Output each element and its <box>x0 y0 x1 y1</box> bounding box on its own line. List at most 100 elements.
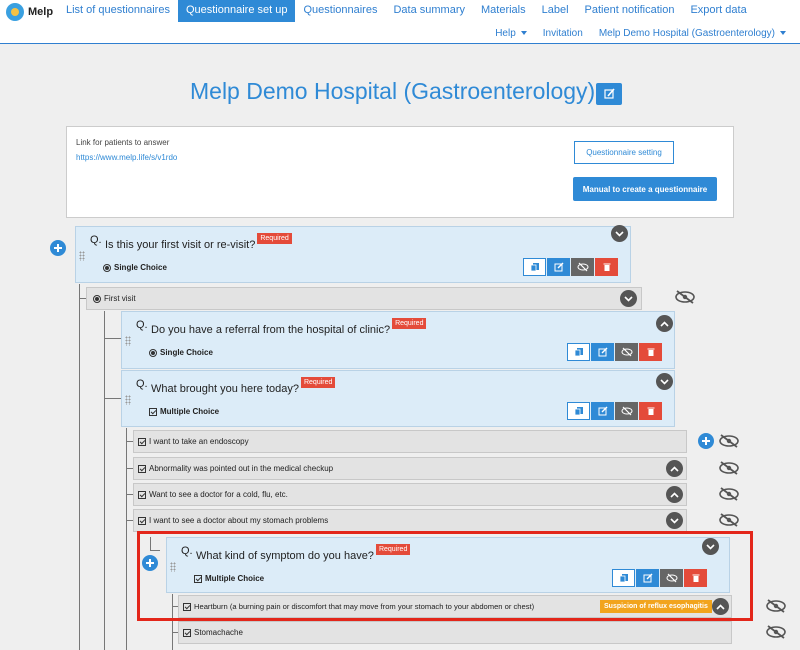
melp-logo-icon <box>6 3 24 21</box>
edit-icon <box>598 347 607 357</box>
nav-questionnaire-set-up[interactable]: Questionnaire set up <box>177 0 296 22</box>
app-logo[interactable]: Melp <box>6 3 53 21</box>
collapse-toggle[interactable] <box>666 486 683 503</box>
collapse-toggle[interactable] <box>611 225 628 242</box>
eye-off-icon[interactable] <box>674 290 696 304</box>
radio-icon <box>103 263 111 272</box>
option-stomach-problems[interactable]: I want to see a doctor about my stomach … <box>133 509 687 532</box>
nav-export-data[interactable]: Export data <box>682 0 754 22</box>
trash-icon <box>603 263 610 271</box>
delete-button[interactable] <box>639 402 662 420</box>
eye-off-icon[interactable] <box>718 513 740 527</box>
copy-icon <box>574 407 583 416</box>
required-badge: Required <box>300 377 336 388</box>
option-abnormality[interactable]: Abnormality was pointed out in the medic… <box>133 457 687 480</box>
highlight-annotation <box>137 531 753 621</box>
eye-off-icon[interactable] <box>765 625 787 639</box>
copy-button[interactable] <box>567 343 590 361</box>
eye-off-icon[interactable] <box>718 487 740 501</box>
collapse-toggle[interactable] <box>620 290 637 307</box>
option-cold-flu[interactable]: Want to see a doctor for a cold, flu, et… <box>133 483 687 506</box>
tree-line <box>104 338 121 339</box>
tree-line <box>126 428 127 650</box>
manual-button[interactable]: Manual to create a questionnaire <box>573 177 717 201</box>
drag-handle-icon[interactable] <box>125 395 131 405</box>
chevron-up-icon <box>660 320 669 327</box>
hide-button[interactable] <box>615 343 638 361</box>
plus-icon <box>54 244 62 252</box>
nav-data-summary[interactable]: Data summary <box>385 0 473 22</box>
question-mark: Q. <box>90 234 102 246</box>
option-stomachache[interactable]: Stomachache <box>178 621 732 644</box>
nav-label[interactable]: Label <box>534 0 577 22</box>
primary-nav: List of questionnaires Questionnaire set… <box>58 0 755 22</box>
radio-icon <box>149 348 157 357</box>
hide-button[interactable] <box>615 402 638 420</box>
question-card-q1[interactable]: Q. Is this your first visit or re-visit?… <box>75 226 631 283</box>
question-text-label: Is this your first visit or re-visit? <box>105 239 256 251</box>
app-name: Melp <box>28 6 54 18</box>
option-text: Abnormality was pointed out in the medic… <box>138 464 333 473</box>
collapse-toggle[interactable] <box>656 373 673 390</box>
drag-handle-icon[interactable] <box>79 251 85 261</box>
option-endoscopy[interactable]: I want to take an endoscopy <box>133 430 687 453</box>
checkbox-icon <box>138 437 146 446</box>
nav-list-of-questionnaires[interactable]: List of questionnaires <box>58 0 178 22</box>
edit-button[interactable] <box>591 402 614 420</box>
checkbox-icon <box>149 407 157 416</box>
add-question-button[interactable] <box>698 433 714 449</box>
nav-help-label: Help <box>495 28 516 39</box>
nav-hospital-label: Melp Demo Hospital (Gastroenterology) <box>598 28 775 39</box>
delete-button[interactable] <box>639 343 662 361</box>
question-text: Do you have a referral from the hospital… <box>151 318 427 336</box>
copy-button[interactable] <box>523 258 546 276</box>
add-question-button[interactable] <box>50 240 66 256</box>
edit-icon <box>604 88 615 99</box>
eye-off-icon[interactable] <box>718 434 740 448</box>
edit-button[interactable] <box>591 343 614 361</box>
question-type: Single Choice <box>149 348 213 357</box>
edit-button[interactable] <box>547 258 570 276</box>
nav-patient-notification[interactable]: Patient notification <box>577 0 683 22</box>
question-text-label: What brought you here today? <box>151 383 299 395</box>
question-type: Single Choice <box>103 263 167 272</box>
nav-questionnaires[interactable]: Questionnaires <box>295 0 385 22</box>
edit-icon <box>598 406 607 416</box>
tree-line <box>104 398 121 399</box>
option-label: Abnormality was pointed out in the medic… <box>149 464 334 473</box>
patient-link-url[interactable]: https://www.melp.life/s/v1rdo <box>76 153 177 162</box>
nav-help-dropdown[interactable]: Help <box>489 26 533 41</box>
nav-invitation[interactable]: Invitation <box>537 26 589 41</box>
question-type-label: Single Choice <box>114 263 167 272</box>
eye-off-icon <box>577 262 588 272</box>
nav-materials[interactable]: Materials <box>473 0 534 22</box>
caret-down-icon <box>780 31 786 36</box>
question-card-q2[interactable]: Q. Do you have a referral from the hospi… <box>121 311 675 369</box>
collapse-toggle[interactable] <box>666 460 683 477</box>
nav-hospital-dropdown[interactable]: Melp Demo Hospital (Gastroenterology) <box>593 26 792 41</box>
checkbox-icon <box>138 464 146 473</box>
collapse-toggle[interactable] <box>656 315 673 332</box>
eye-off-icon[interactable] <box>765 599 787 613</box>
required-badge: Required <box>257 233 292 244</box>
chevron-down-icon <box>615 230 624 237</box>
checkbox-icon <box>138 490 146 499</box>
questionnaire-setting-button[interactable]: Questionnaire setting <box>574 141 674 164</box>
option-label: I want to take an endoscopy <box>149 437 249 446</box>
question-mark: Q. <box>136 319 148 331</box>
option-text: I want to see a doctor about my stomach … <box>138 516 328 525</box>
secondary-nav: Help Invitation Melp Demo Hospital (Gast… <box>489 26 792 41</box>
delete-button[interactable] <box>595 258 618 276</box>
drag-handle-icon[interactable] <box>125 336 131 346</box>
option-text: Want to see a doctor for a cold, flu, et… <box>138 490 288 499</box>
question-card-q3[interactable]: Q. What brought you here today?Required … <box>121 370 675 427</box>
eye-off-icon[interactable] <box>718 461 740 475</box>
page-title: Melp Demo Hospital (Gastroenterology) <box>190 78 596 104</box>
copy-button[interactable] <box>567 402 590 420</box>
edit-title-button[interactable] <box>596 83 622 105</box>
option-first-visit[interactable]: First visit <box>86 287 642 310</box>
top-navigation: Melp List of questionnaires Questionnair… <box>0 0 800 44</box>
chevron-down-icon <box>624 295 633 302</box>
hide-button[interactable] <box>571 258 594 276</box>
collapse-toggle[interactable] <box>666 512 683 529</box>
